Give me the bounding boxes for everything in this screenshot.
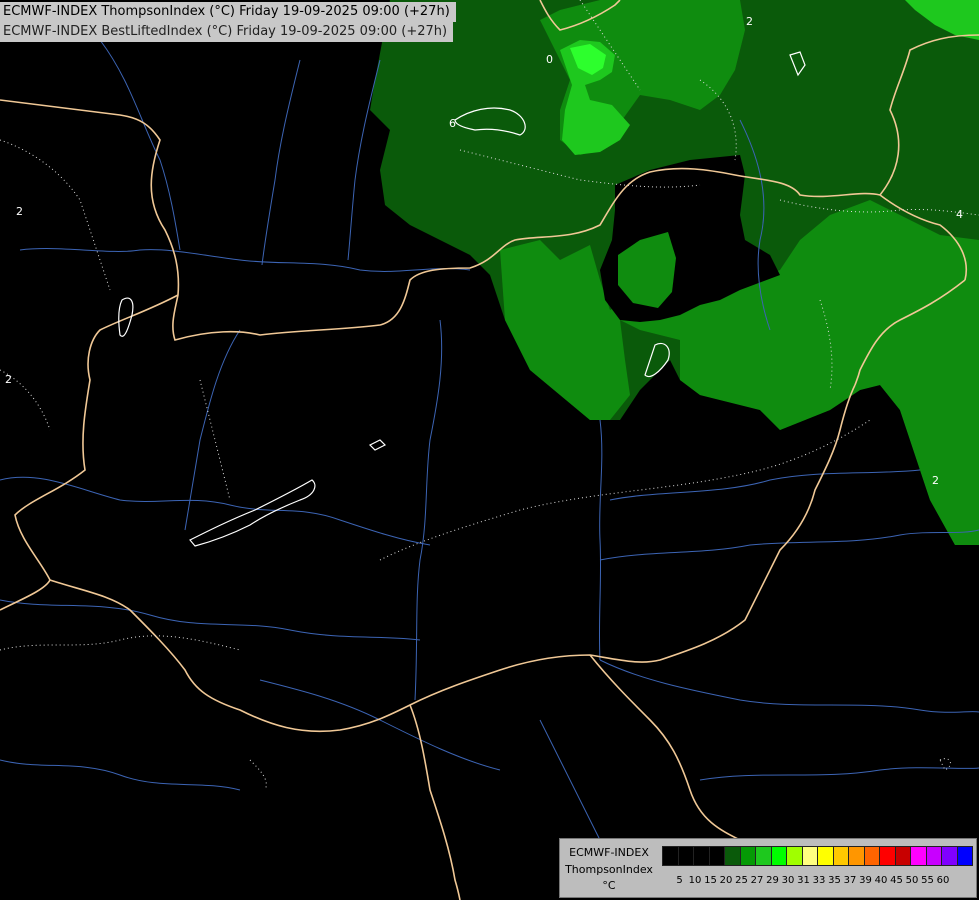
weather-map: 2 2 2 4 6 0 2	[0, 0, 979, 900]
legend-swatch	[755, 846, 772, 866]
map-title-best-lifted-index: ECMWF-INDEX BestLiftedIndex (°C) Friday …	[0, 22, 454, 42]
legend-tick: 60	[936, 875, 950, 886]
legend-model: ECMWF-INDEX	[569, 846, 649, 859]
legend-swatch	[832, 846, 849, 866]
legend-swatch	[693, 846, 710, 866]
legend-swatch	[848, 846, 865, 866]
contour-label: 4	[956, 208, 963, 221]
contour-label: 2	[932, 474, 939, 487]
legend-swatch	[770, 846, 787, 866]
contour-label: 2	[5, 373, 12, 386]
contour-label: 6	[449, 117, 456, 130]
color-legend: ECMWF-INDEX ThompsonIndex °C 5 10 15 20 25 27…	[559, 838, 977, 898]
legend-swatch	[910, 846, 927, 866]
contour-label: 0	[546, 53, 553, 66]
legend-swatch	[708, 846, 725, 866]
legend-swatch	[739, 846, 756, 866]
legend-swatch	[786, 846, 803, 866]
contour-label: 2	[16, 205, 23, 218]
legend-swatch	[879, 846, 896, 866]
legend-swatch	[956, 846, 973, 866]
legend-swatch	[925, 846, 942, 866]
legend-swatch	[894, 846, 911, 866]
legend-swatch	[801, 846, 818, 866]
legend-swatch	[941, 846, 958, 866]
legend-swatch	[662, 846, 679, 866]
legend-unit: °C	[602, 879, 616, 892]
contour-label: 2	[746, 15, 753, 28]
legend-swatch	[817, 846, 834, 866]
legend-swatch	[677, 846, 694, 866]
map-title-thompson-index: ECMWF-INDEX ThompsonIndex (°C) Friday 19…	[0, 2, 456, 22]
legend-swatch	[863, 846, 880, 866]
legend-param: ThompsonIndex	[565, 863, 653, 876]
legend-swatch	[724, 846, 741, 866]
